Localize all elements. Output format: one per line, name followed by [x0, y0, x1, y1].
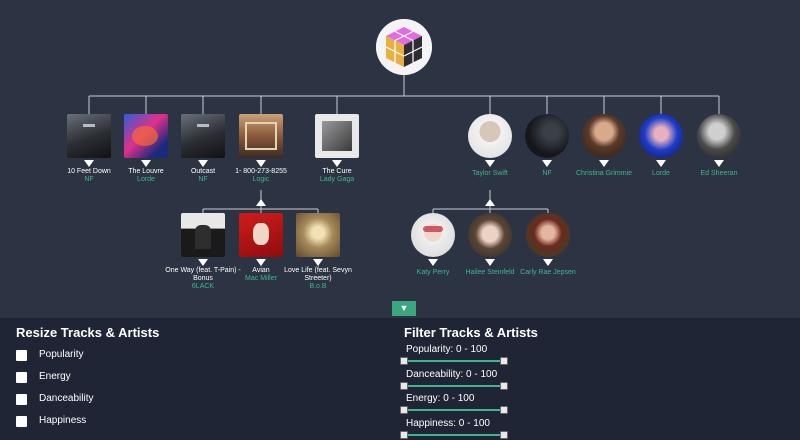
slider-track [404, 360, 504, 362]
toggle-panel-button[interactable]: ▼ [392, 301, 416, 316]
energy-range-slider[interactable] [400, 406, 508, 414]
expand-arrow-icon[interactable] [256, 160, 266, 167]
track-artist: 6LACK [191, 283, 215, 290]
danceability-checkbox[interactable] [16, 394, 27, 405]
artist-node[interactable]: Carly Rae Jepsen [508, 213, 588, 277]
track-artist: B.o.B [309, 283, 327, 290]
energy-filter-label: Energy: 0 - 100 [406, 393, 475, 404]
checkbox-label: Energy [39, 371, 71, 382]
popularity-filter-label: Popularity: 0 - 100 [406, 344, 488, 355]
checkbox-label: Danceability [39, 393, 94, 404]
energy-checkbox[interactable] [16, 372, 27, 383]
slider-max-handle[interactable] [500, 406, 508, 414]
controls-panel: Resize Tracks & Artists Popularity Energ… [0, 318, 800, 440]
artist-node[interactable]: Ed Sheeran [679, 114, 759, 178]
cube-logo-icon [376, 19, 432, 75]
artist-photo [468, 114, 512, 158]
track-artist: Logic [252, 176, 270, 183]
album-cover [239, 114, 283, 158]
artist-name: Carly Rae Jepsen [520, 269, 576, 276]
artist-photo [468, 213, 512, 257]
album-cover [181, 213, 225, 257]
track-title: 1- 800-273-8255 [235, 168, 287, 175]
album-cover [296, 213, 340, 257]
track-node[interactable]: 1- 800-273-8255 Logic [221, 114, 301, 184]
track-title: The Cure [322, 168, 352, 175]
album-cover [67, 114, 111, 158]
slider-track [404, 385, 504, 387]
checkbox-label: Happiness [39, 415, 87, 426]
expand-arrow-icon[interactable] [198, 259, 208, 266]
happiness-filter-label: Happiness: 0 - 100 [406, 418, 490, 429]
slider-track [404, 409, 504, 411]
happiness-checkbox[interactable] [16, 416, 27, 427]
album-cover [239, 213, 283, 257]
checkbox-label: Popularity [39, 349, 84, 360]
expand-arrow-icon[interactable] [714, 160, 724, 167]
artist-name: Ed Sheeran [700, 170, 738, 177]
album-cover [315, 114, 359, 158]
slider-min-handle[interactable] [400, 382, 408, 390]
collapse-arrow-icon[interactable] [485, 160, 495, 167]
resize-heading: Resize Tracks & Artists [16, 325, 160, 340]
track-title: Love Life (feat. Sevyn Streeter) [284, 267, 352, 282]
expand-arrow-icon[interactable] [485, 259, 495, 266]
expand-arrow-icon[interactable] [313, 259, 323, 266]
album-cover [181, 114, 225, 158]
happiness-range-slider[interactable] [400, 431, 508, 439]
artist-photo [525, 114, 569, 158]
album-cover [124, 114, 168, 158]
expand-arrow-icon[interactable] [84, 160, 94, 167]
expand-arrow-icon[interactable] [198, 160, 208, 167]
slider-min-handle[interactable] [400, 357, 408, 365]
track-node[interactable]: The Cure Lady Gaga [297, 114, 377, 184]
expand-arrow-icon[interactable] [141, 160, 151, 167]
track-artist: Lady Gaga [319, 176, 355, 183]
artist-photo [582, 114, 626, 158]
danceability-filter-label: Danceability: 0 - 100 [406, 369, 498, 380]
artist-photo [526, 213, 570, 257]
slider-min-handle[interactable] [400, 431, 408, 439]
popularity-checkbox[interactable] [16, 350, 27, 361]
expand-arrow-icon[interactable] [543, 259, 553, 266]
tree-view: 10 Feet Down NF The Louvre Lorde Outcast… [0, 0, 800, 318]
popularity-range-slider[interactable] [400, 357, 508, 365]
expand-arrow-icon[interactable] [332, 160, 342, 167]
artist-photo [639, 114, 683, 158]
expand-arrow-icon[interactable] [656, 160, 666, 167]
artist-photo [697, 114, 741, 158]
slider-max-handle[interactable] [500, 357, 508, 365]
slider-max-handle[interactable] [500, 431, 508, 439]
expand-arrow-icon[interactable] [256, 259, 266, 266]
expand-arrow-icon[interactable] [428, 259, 438, 266]
track-node[interactable]: Love Life (feat. Sevyn Streeter) B.o.B [278, 213, 358, 291]
danceability-range-slider[interactable] [400, 382, 508, 390]
expand-arrow-icon[interactable] [599, 160, 609, 167]
slider-min-handle[interactable] [400, 406, 408, 414]
chevron-down-icon: ▼ [399, 303, 409, 313]
app-logo[interactable] [376, 19, 432, 75]
slider-max-handle[interactable] [500, 382, 508, 390]
artist-photo [411, 213, 455, 257]
expand-arrow-icon[interactable] [542, 160, 552, 167]
slider-track [404, 434, 504, 436]
filter-heading: Filter Tracks & Artists [404, 325, 538, 340]
